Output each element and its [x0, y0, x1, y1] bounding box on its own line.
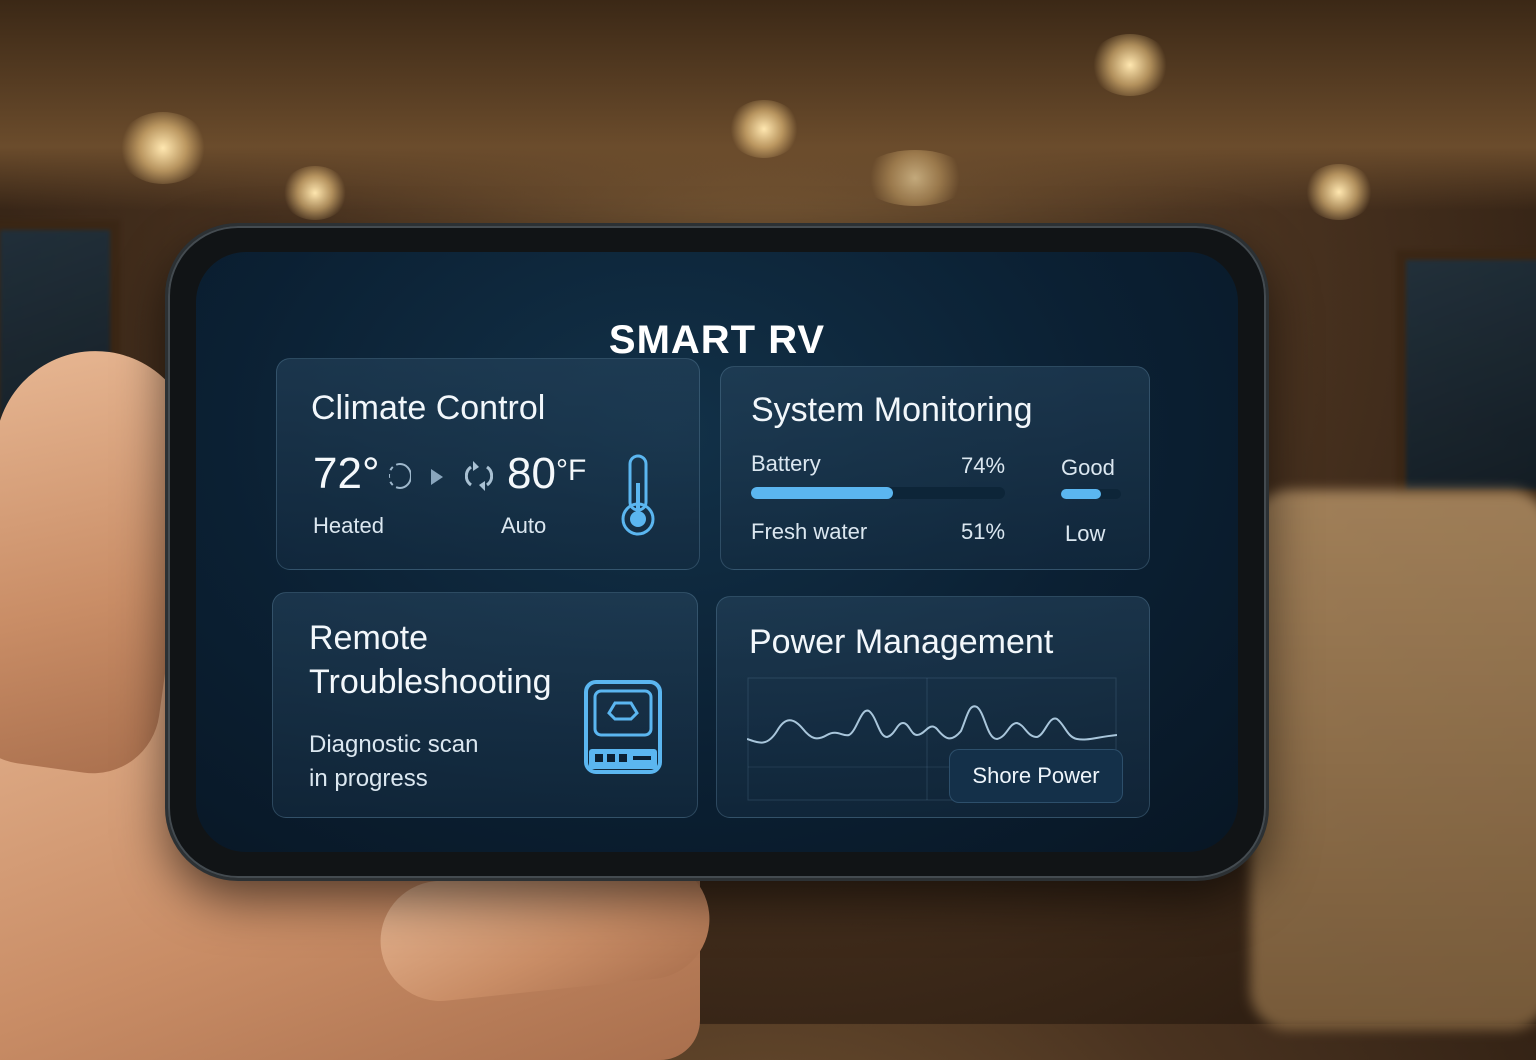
ceiling-light [860, 150, 970, 206]
ceiling-light [1090, 34, 1170, 96]
system-monitoring-card[interactable]: System Monitoring Battery 74% Good Fresh… [720, 366, 1150, 570]
status-bar-fill [1061, 489, 1102, 499]
thermometer-icon [617, 453, 659, 544]
battery-bar [751, 487, 1005, 499]
battery-status: Good [1061, 455, 1115, 480]
current-temperature: 72° [313, 449, 380, 498]
climate-control-card[interactable]: Climate Control 72° 80°F Heated Auto [276, 358, 700, 570]
card-title-line2: Troubleshooting [309, 663, 552, 701]
diagnostic-device-icon[interactable] [583, 679, 663, 780]
fresh-water-label: Fresh water [751, 519, 868, 544]
refresh-icon[interactable] [464, 459, 494, 498]
status-bar [1061, 489, 1121, 499]
current-mode-label: Heated [313, 513, 384, 538]
battery-percent: 74% [961, 453, 1006, 478]
target-temp-value: 80 [507, 449, 556, 498]
card-title: Power Management [749, 623, 1054, 661]
app-title: SMART RV [608, 318, 826, 362]
battery-bar-fill [751, 487, 894, 499]
card-title: System Monitoring [751, 391, 1033, 429]
play-arrow-icon[interactable] [429, 467, 445, 492]
ceiling-light [728, 100, 800, 158]
battery-label: Battery [751, 451, 821, 476]
power-management-card[interactable]: Power Management Shore Power [716, 596, 1150, 818]
remote-troubleshooting-card[interactable]: Remote Troubleshooting Diagnostic scan i… [272, 592, 698, 818]
ceiling-light [118, 112, 208, 184]
target-mode-label: Auto [501, 513, 547, 538]
card-title-line1: Remote [309, 619, 429, 657]
couch [1250, 490, 1536, 1030]
scan-status-line1: Diagnostic scan [309, 731, 479, 758]
ceiling-light [1304, 164, 1374, 220]
scan-status-line2: in progress [309, 765, 428, 792]
cycle-icon[interactable] [388, 461, 412, 496]
screen: SMART RV Climate Control 72° 80°F Heated… [196, 252, 1238, 852]
card-title: Climate Control [311, 389, 546, 427]
ceiling-light [282, 166, 348, 220]
window [1396, 250, 1536, 500]
temp-unit: °F [555, 454, 587, 487]
tablet-device: SMART RV Climate Control 72° 80°F Heated… [168, 226, 1266, 878]
target-temperature: 80°F [507, 449, 586, 499]
fresh-water-status: Low [1065, 521, 1106, 546]
shore-power-button[interactable]: Shore Power [949, 749, 1123, 803]
fresh-water-percent: 51% [961, 519, 1006, 544]
